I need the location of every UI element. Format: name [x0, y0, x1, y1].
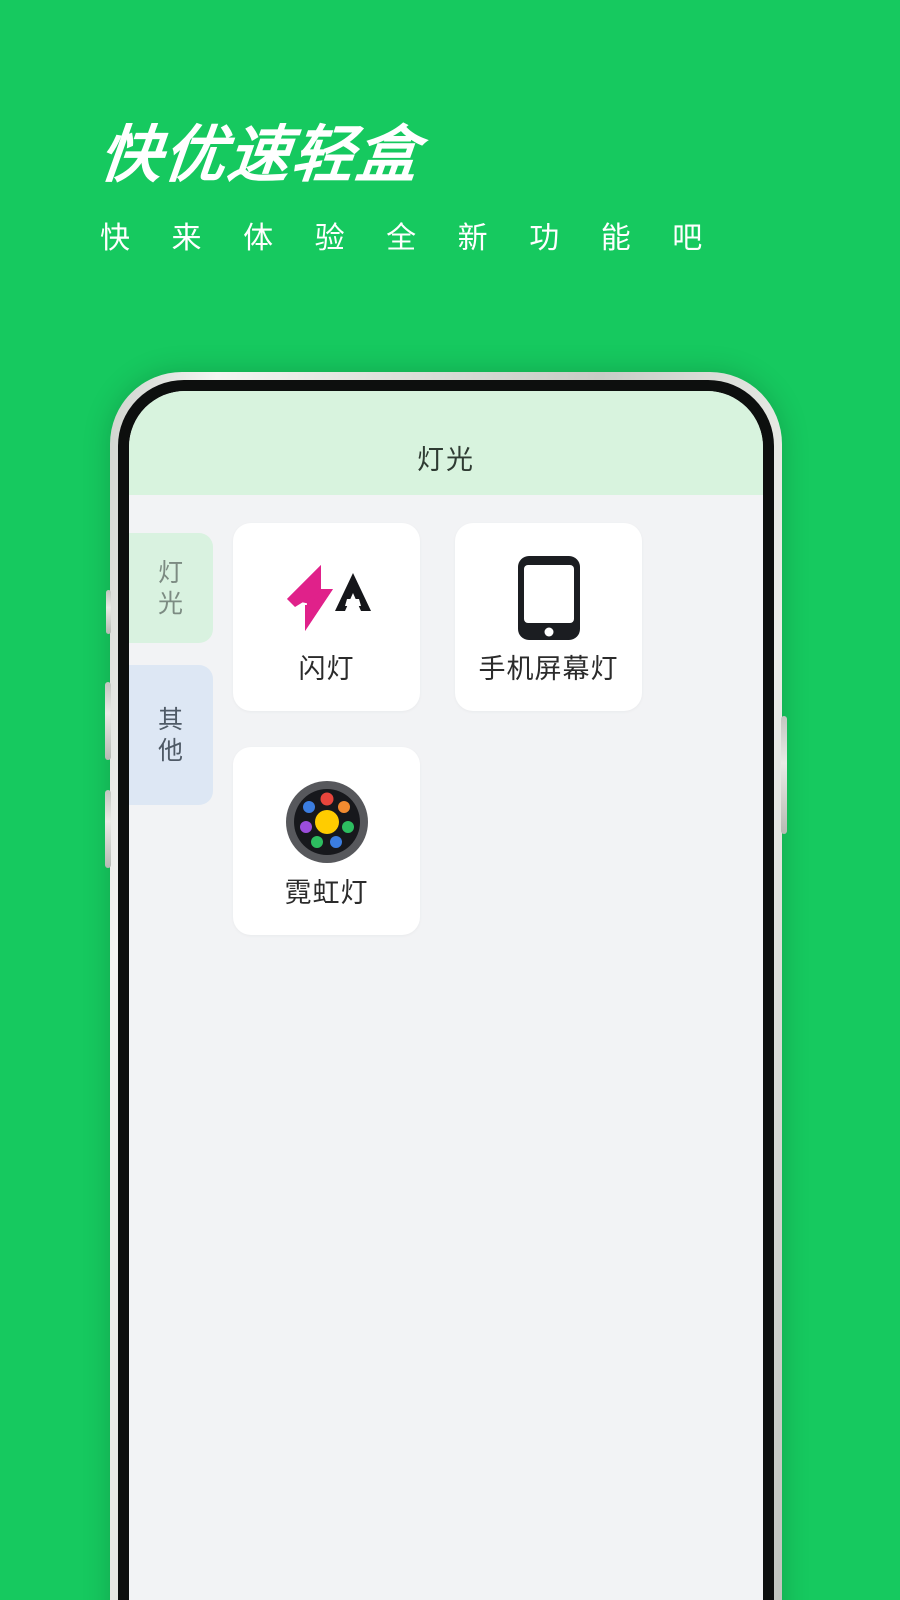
sidebar-item-other-label: 其: [157, 704, 184, 734]
neon-light-icon: [233, 773, 420, 871]
phone-mockup: 灯光 灯 光 其 他 闪灯 手机屏幕灯 霓虹灯: [105, 372, 787, 1600]
phone-screen-light-icon: [455, 549, 642, 647]
sidebar-item-other-label2: 他: [157, 736, 184, 765]
sidebar-item-lights[interactable]: 灯 光: [129, 533, 213, 643]
promo-title: 快优速轻盒: [96, 118, 424, 191]
phone-bezel: 灯光 灯 光 其 他 闪灯 手机屏幕灯 霓虹灯: [118, 380, 774, 1600]
card-flash-light-label: 闪灯: [298, 653, 355, 685]
page-title: 灯光: [417, 445, 475, 476]
phone-volume-down-button[interactable]: [105, 790, 111, 868]
app-body: 灯 光 其 他 闪灯 手机屏幕灯 霓虹灯: [129, 495, 763, 1600]
card-neon-light-label: 霓虹灯: [284, 877, 369, 909]
sidebar-item-other[interactable]: 其 他: [129, 665, 213, 805]
promo-header: 快优速轻盒 快 来 体 验 全 新 功 能 吧: [96, 118, 800, 257]
card-phone-screen-light-label: 手机屏幕灯: [478, 653, 619, 685]
app-header: 灯光: [129, 391, 763, 495]
phone-screen: 灯光 灯 光 其 他 闪灯 手机屏幕灯 霓虹灯: [129, 391, 763, 1600]
card-neon-light[interactable]: 霓虹灯: [233, 747, 420, 935]
sidebar-item-lights-label: 灯: [157, 557, 184, 587]
promo-subtitle: 快 来 体 验 全 新 功 能 吧: [100, 221, 719, 257]
sidebar-item-lights-label2: 光: [157, 589, 184, 618]
card-flash-light[interactable]: 闪灯: [233, 523, 420, 711]
phone-mute-switch[interactable]: [106, 590, 111, 634]
flash-light-icon: [233, 549, 420, 647]
phone-volume-up-button[interactable]: [105, 682, 111, 760]
phone-power-button[interactable]: [781, 716, 787, 834]
feature-grid: 闪灯 手机屏幕灯 霓虹灯: [213, 495, 763, 1600]
card-phone-screen-light[interactable]: 手机屏幕灯: [455, 523, 642, 711]
sidebar: 灯 光 其 他: [129, 495, 213, 1600]
